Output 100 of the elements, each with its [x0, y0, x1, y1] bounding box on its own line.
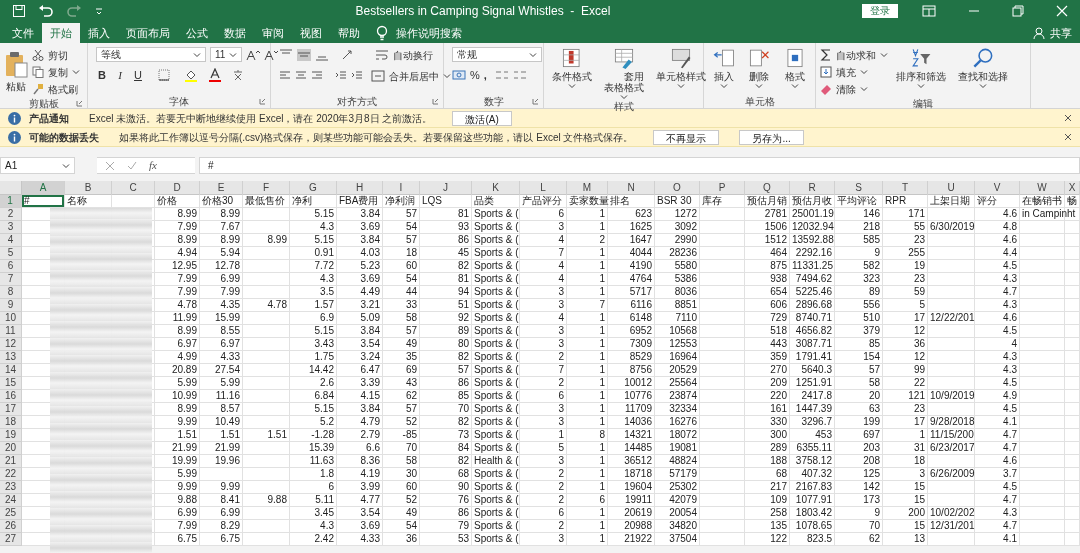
menu-tab[interactable]: 公式 [178, 23, 216, 43]
dialog-launcher-icon[interactable] [532, 98, 539, 105]
fill-color-icon[interactable] [184, 68, 198, 83]
copy-button[interactable]: 复制 [32, 64, 80, 80]
style-button[interactable]: 单元格样式 [652, 47, 710, 100]
redo-icon[interactable] [66, 4, 82, 18]
column-header[interactable]: L [520, 181, 567, 196]
menu-tab[interactable]: 数据 [216, 23, 254, 43]
column-header[interactable]: O [655, 181, 700, 196]
column-header[interactable]: K [472, 181, 520, 196]
row-header[interactable]: 2 [0, 208, 22, 221]
row-header[interactable]: 27 [0, 533, 22, 546]
row-header[interactable]: 26 [0, 520, 22, 533]
formula-input[interactable]: # [199, 157, 1080, 174]
ribbon-display-icon[interactable] [922, 5, 936, 17]
row-header[interactable]: 21 [0, 455, 22, 468]
cells-button[interactable]: 插入 [708, 47, 739, 95]
sign-in-button[interactable]: 登录 [862, 4, 898, 18]
align-center-icon[interactable] [295, 71, 307, 81]
row-header[interactable]: 6 [0, 260, 22, 273]
row-header[interactable]: 14 [0, 364, 22, 377]
column-header[interactable]: G [290, 181, 337, 196]
row-header[interactable]: 13 [0, 351, 22, 364]
dialog-launcher-icon[interactable] [432, 98, 439, 105]
column-header[interactable]: J [420, 181, 472, 196]
name-box[interactable]: A1 [0, 157, 75, 174]
column-header[interactable]: T [883, 181, 928, 196]
italic-button[interactable]: I [114, 67, 126, 84]
cells-button[interactable]: 格式 [780, 47, 811, 95]
notification-button[interactable]: 另存为... [739, 129, 804, 145]
column-header[interactable]: B [65, 181, 112, 196]
save-icon[interactable] [12, 4, 26, 18]
row-header[interactable]: 24 [0, 494, 22, 507]
undo-icon[interactable] [38, 4, 54, 18]
row-header[interactable]: 17 [0, 403, 22, 416]
row-header[interactable]: 15 [0, 377, 22, 390]
merge-center-button[interactable]: 合并后居中 [371, 68, 451, 84]
align-right-icon[interactable] [311, 71, 323, 81]
row-header[interactable]: 19 [0, 429, 22, 442]
row-header[interactable]: 16 [0, 390, 22, 403]
row-header[interactable]: 22 [0, 468, 22, 481]
indent-icon[interactable] [351, 71, 363, 81]
column-header[interactable]: R [790, 181, 835, 196]
paste-button[interactable]: 粘贴 [4, 47, 28, 97]
row-header[interactable]: 11 [0, 325, 22, 338]
notification-button[interactable]: 不再显示 [653, 129, 720, 145]
dialog-launcher-icon[interactable] [259, 98, 266, 105]
insert-function-button[interactable]: fx [149, 157, 157, 174]
row-header[interactable]: 1 [0, 195, 22, 208]
dialog-launcher-icon[interactable] [76, 100, 83, 107]
row-header[interactable]: 3 [0, 221, 22, 234]
close-icon[interactable] [1064, 114, 1072, 122]
format-painter-button[interactable]: 格式刷 [32, 81, 80, 97]
row-header[interactable]: 12 [0, 338, 22, 351]
column-header[interactable]: Q [745, 181, 790, 196]
notification-button[interactable]: 激活(A) [452, 110, 512, 126]
increase-font-icon[interactable] [246, 48, 260, 61]
find-select-button[interactable]: 查找和选择 [954, 47, 1012, 97]
row-header[interactable]: 4 [0, 234, 22, 247]
row-header[interactable]: 10 [0, 312, 22, 325]
menu-tab[interactable]: 审阅 [254, 23, 292, 43]
menu-tab[interactable]: 视图 [292, 23, 330, 43]
cut-button[interactable]: 剪切 [32, 47, 80, 63]
style-button[interactable]: 套用表格格式 [600, 47, 648, 100]
column-header[interactable]: V [975, 181, 1020, 196]
menu-tab[interactable]: 文件 [4, 23, 42, 43]
cells-button[interactable]: 删除 [744, 47, 775, 95]
column-header[interactable]: I [383, 181, 420, 196]
row-header[interactable]: 9 [0, 299, 22, 312]
row-header[interactable]: 5 [0, 247, 22, 260]
sort-filter-button[interactable]: 排序和筛选 [892, 47, 950, 97]
customize-toolbar-icon[interactable] [94, 6, 104, 16]
share-button[interactable]: 共享 [1033, 23, 1072, 43]
column-header[interactable]: W [1020, 181, 1065, 196]
style-button[interactable]: 条件格式 [548, 47, 596, 100]
currency-icon[interactable] [452, 69, 466, 82]
row-header[interactable]: 25 [0, 507, 22, 520]
row-header[interactable]: 7 [0, 273, 22, 286]
clear-button[interactable]: 清除 [820, 81, 888, 97]
active-cell[interactable]: # [24, 195, 30, 207]
indent-icon[interactable] [335, 71, 347, 81]
percent-button[interactable]: % [470, 67, 480, 84]
column-header[interactable]: C [112, 181, 155, 196]
column-header[interactable]: U [928, 181, 975, 196]
decrease-font-icon[interactable] [264, 48, 278, 61]
enter-icon[interactable] [127, 160, 137, 171]
orientation-icon[interactable] [341, 49, 355, 61]
tell-me-search[interactable]: 操作说明搜索 [376, 23, 462, 43]
bold-button[interactable]: B [96, 67, 108, 84]
close-icon[interactable] [1064, 133, 1072, 141]
column-header[interactable]: D [155, 181, 200, 196]
column-header[interactable]: N [608, 181, 655, 196]
font-color-icon[interactable] [208, 68, 222, 83]
font-size-field[interactable]: 11 [210, 47, 242, 62]
cancel-icon[interactable] [105, 160, 115, 171]
column-header[interactable]: P [700, 181, 745, 196]
column-header[interactable]: H [337, 181, 383, 196]
row-header[interactable]: 23 [0, 481, 22, 494]
menu-tab[interactable]: 开始 [42, 23, 80, 43]
autosum-button[interactable]: 自动求和 [820, 47, 888, 63]
